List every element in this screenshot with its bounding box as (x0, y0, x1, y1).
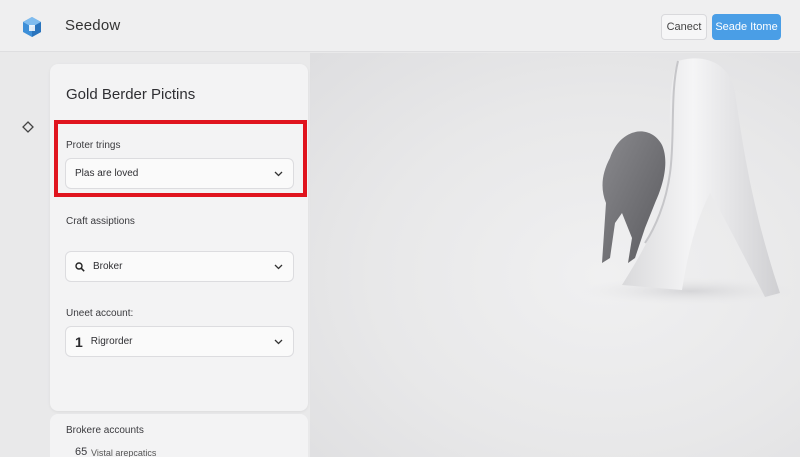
search-icon (75, 261, 85, 272)
card-title: Gold Berder Pictins (66, 86, 196, 103)
sculpture-illustration (580, 58, 800, 305)
account-number: 1 (75, 333, 83, 350)
hero-image (310, 53, 800, 457)
app-title: Seedow (65, 17, 121, 34)
diamond-icon[interactable] (22, 121, 34, 133)
select-craft-assiptions[interactable]: Broker (65, 251, 294, 282)
field-label-craft-assiptions: Craft assiptions (66, 216, 135, 227)
settings-card (50, 64, 308, 411)
broker-accounts-title: Brokere accounts (66, 425, 144, 436)
highlight-box (54, 120, 307, 197)
cube-logo-icon[interactable] (21, 16, 43, 38)
select-value: Rigrorder (90, 336, 133, 347)
select-uneet-account[interactable]: 1 Rigrorder (65, 326, 294, 357)
broker-account-label[interactable]: Vistal arepcatics (91, 448, 156, 457)
cancel-button[interactable]: Canect (661, 14, 707, 40)
select-value: Broker (93, 261, 123, 272)
field-label-uneet-account: Uneet account: (66, 308, 134, 319)
save-home-button[interactable]: Seade Itome (712, 14, 781, 40)
chevron-down-icon (274, 339, 283, 345)
top-bar: Seedow Canect Seade Itome (0, 0, 800, 52)
chevron-down-icon (274, 264, 283, 270)
broker-account-count: 65 (75, 446, 88, 457)
